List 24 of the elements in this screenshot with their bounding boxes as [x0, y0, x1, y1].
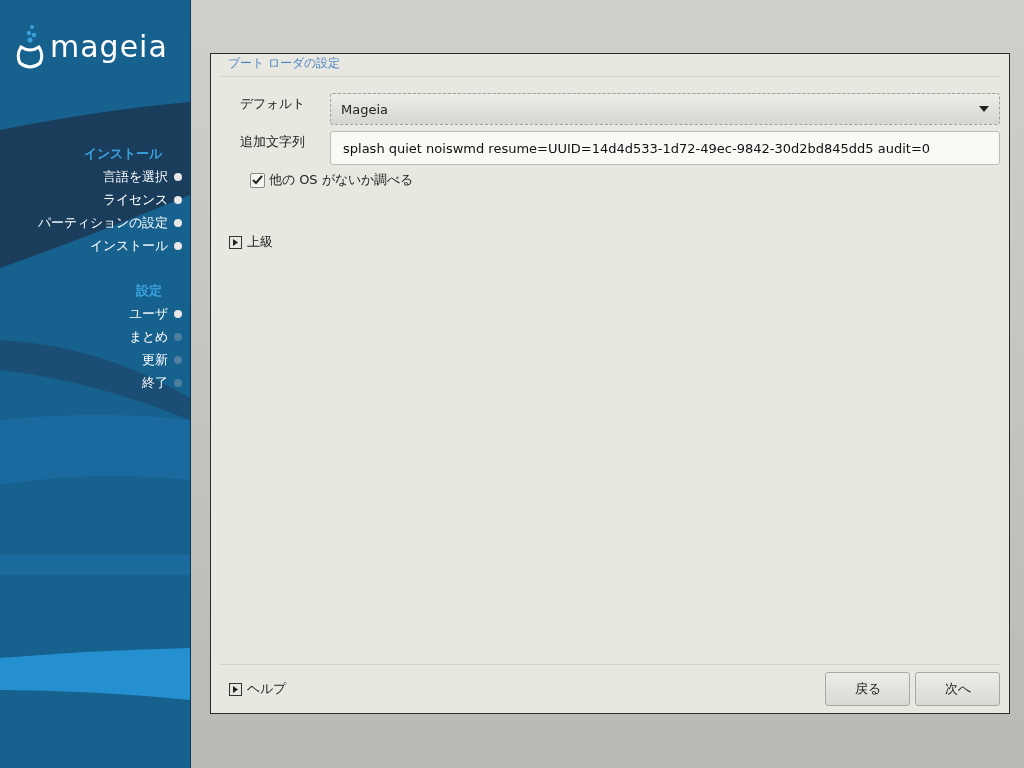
step-label: パーティションの設定	[38, 213, 168, 232]
logo-wordmark: mageia	[50, 32, 168, 62]
field-label: 追加文字列	[239, 133, 306, 151]
append-input-field[interactable]: splash quiet noiswmd resume=UUID=14d4d533-1d72-49ec-9842-30d2bd845dd5 audit=0	[330, 131, 1000, 165]
step-label: ユーザ	[129, 304, 168, 323]
default-dropdown[interactable]: Mageia	[330, 93, 1000, 125]
field-label: デフォルト	[239, 95, 306, 113]
section-title: インストール	[84, 145, 162, 163]
checkbox[interactable]	[250, 172, 265, 188]
step-label: 言語を選択	[103, 167, 168, 186]
step-label: ライセンス	[103, 190, 168, 209]
checkbox-label: 他の OS がないか調べる	[269, 171, 413, 189]
caret-icon	[979, 106, 989, 112]
cauldron-logo-icon	[16, 23, 44, 71]
advanced-expander[interactable]: 上級	[247, 233, 273, 251]
back-button[interactable]: 戻る	[825, 672, 910, 706]
step-label: 更新	[142, 350, 168, 369]
step-label: 終了	[142, 373, 168, 392]
dialog-title: ブート ローダの設定	[220, 54, 1000, 77]
step-label: インストール	[90, 236, 168, 255]
section-title: 設定	[136, 282, 162, 300]
next-button[interactable]: 次へ	[915, 672, 1000, 706]
step-label: まとめ	[129, 327, 168, 346]
help-expander[interactable]: ヘルプ	[247, 680, 286, 698]
